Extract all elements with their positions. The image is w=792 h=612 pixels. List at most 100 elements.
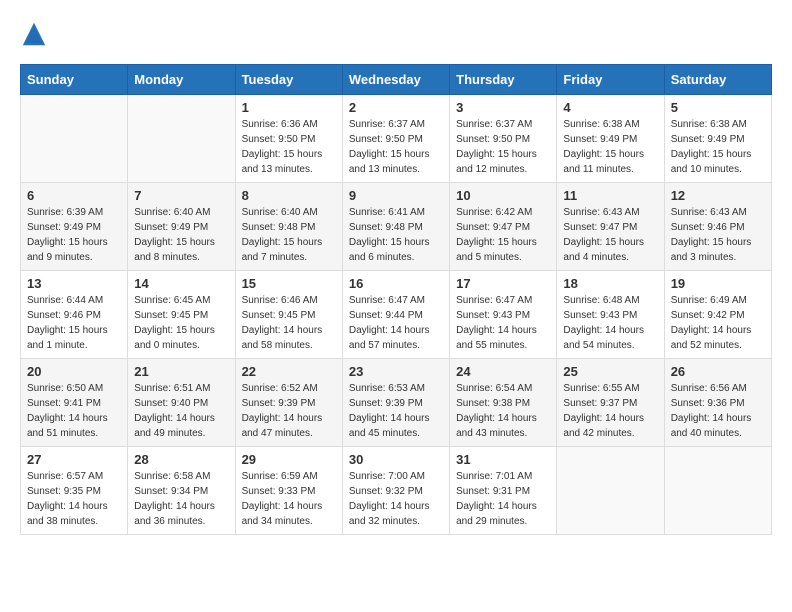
- day-info: Sunrise: 6:40 AM Sunset: 9:49 PM Dayligh…: [134, 205, 228, 265]
- calendar-cell: 13Sunrise: 6:44 AM Sunset: 9:46 PM Dayli…: [21, 271, 128, 359]
- day-info: Sunrise: 6:37 AM Sunset: 9:50 PM Dayligh…: [349, 117, 443, 177]
- day-info: Sunrise: 6:40 AM Sunset: 9:48 PM Dayligh…: [242, 205, 336, 265]
- calendar-cell: 14 Sunrise: 6:45 AM Sunset: 9:45 PM Dayli…: [128, 271, 235, 359]
- day-info: Sunrise: 6:49 AM Sunset: 9:42 PM Dayligh…: [671, 293, 765, 353]
- calendar-cell: 12 Sunrise: 6:43 AM Sunset: 9:46 PM Dayli…: [664, 183, 771, 271]
- day-info: Sunrise: 6:39 AM Sunset: 9:49 PM Dayligh…: [27, 205, 121, 265]
- day-number: 7: [134, 188, 228, 203]
- day-info: Sunrise: 6:50 AM Sunset: 9:41 PM Dayligh…: [27, 381, 121, 441]
- calendar-cell: 22 Sunrise: 6:52 AM Sunset: 9:39 PM Dayli…: [235, 359, 342, 447]
- calendar-cell: 1 Sunrise: 6:36 AM Sunset: 9:50 PM Daylig…: [235, 95, 342, 183]
- day-number: 3: [456, 100, 550, 115]
- day-info: Sunrise: 6:58 AM Sunset: 9:34 PM Dayligh…: [134, 469, 228, 529]
- day-number: 30: [349, 452, 443, 467]
- weekday-header-row: SundayMondayTuesdayWednesdayThursdayFrid…: [21, 65, 772, 95]
- calendar-cell: 30 Sunrise: 7:00 AM Sunset: 9:32 PM Dayli…: [342, 447, 449, 535]
- day-number: 19: [671, 276, 765, 291]
- weekday-header-tuesday: Tuesday: [235, 65, 342, 95]
- day-info: Sunrise: 6:43 AM Sunset: 9:46 PM Dayligh…: [671, 205, 765, 265]
- day-info: Sunrise: 7:01 AM Sunset: 9:31 PM Dayligh…: [456, 469, 550, 529]
- calendar-cell: 25 Sunrise: 6:55 AM Sunset: 9:37 PM Dayli…: [557, 359, 664, 447]
- page-header: [20, 20, 772, 48]
- calendar-cell: 28 Sunrise: 6:58 AM Sunset: 9:34 PM Dayli…: [128, 447, 235, 535]
- day-info: Sunrise: 6:36 AM Sunset: 9:50 PM Dayligh…: [242, 117, 336, 177]
- day-number: 4: [563, 100, 657, 115]
- calendar-cell: [128, 95, 235, 183]
- day-number: 13: [27, 276, 121, 291]
- day-number: 20: [27, 364, 121, 379]
- day-info: Sunrise: 6:52 AM Sunset: 9:39 PM Dayligh…: [242, 381, 336, 441]
- calendar-cell: 11Sunrise: 6:43 AM Sunset: 9:47 PM Dayli…: [557, 183, 664, 271]
- calendar-cell: 31 Sunrise: 7:01 AM Sunset: 9:31 PM Dayli…: [450, 447, 557, 535]
- calendar-cell: 20 Sunrise: 6:50 AM Sunset: 9:41 PM Dayli…: [21, 359, 128, 447]
- calendar-cell: 5 Sunrise: 6:38 AM Sunset: 9:49 PM Daylig…: [664, 95, 771, 183]
- day-number: 18: [563, 276, 657, 291]
- calendar-cell: 3Sunrise: 6:37 AM Sunset: 9:50 PM Daylig…: [450, 95, 557, 183]
- weekday-header-wednesday: Wednesday: [342, 65, 449, 95]
- calendar-cell: 15Sunrise: 6:46 AM Sunset: 9:45 PM Dayli…: [235, 271, 342, 359]
- day-info: Sunrise: 6:38 AM Sunset: 9:49 PM Dayligh…: [563, 117, 657, 177]
- day-info: Sunrise: 6:54 AM Sunset: 9:38 PM Dayligh…: [456, 381, 550, 441]
- calendar-cell: 6 Sunrise: 6:39 AM Sunset: 9:49 PM Daylig…: [21, 183, 128, 271]
- day-number: 1: [242, 100, 336, 115]
- calendar-cell: 19 Sunrise: 6:49 AM Sunset: 9:42 PM Dayli…: [664, 271, 771, 359]
- day-number: 5: [671, 100, 765, 115]
- day-info: Sunrise: 7:00 AM Sunset: 9:32 PM Dayligh…: [349, 469, 443, 529]
- day-info: Sunrise: 6:38 AM Sunset: 9:49 PM Dayligh…: [671, 117, 765, 177]
- day-number: 21: [134, 364, 228, 379]
- day-number: 29: [242, 452, 336, 467]
- day-number: 14: [134, 276, 228, 291]
- day-number: 22: [242, 364, 336, 379]
- calendar-cell: 16 Sunrise: 6:47 AM Sunset: 9:44 PM Dayli…: [342, 271, 449, 359]
- day-info: Sunrise: 6:41 AM Sunset: 9:48 PM Dayligh…: [349, 205, 443, 265]
- day-info: Sunrise: 6:55 AM Sunset: 9:37 PM Dayligh…: [563, 381, 657, 441]
- day-number: 24: [456, 364, 550, 379]
- calendar-cell: 17 Sunrise: 6:47 AM Sunset: 9:43 PM Dayli…: [450, 271, 557, 359]
- day-number: 8: [242, 188, 336, 203]
- day-info: Sunrise: 6:46 AM Sunset: 9:45 PM Dayligh…: [242, 293, 336, 353]
- day-number: 25: [563, 364, 657, 379]
- calendar-cell: 10 Sunrise: 6:42 AM Sunset: 9:47 PM Dayli…: [450, 183, 557, 271]
- day-number: 10: [456, 188, 550, 203]
- day-number: 6: [27, 188, 121, 203]
- weekday-header-sunday: Sunday: [21, 65, 128, 95]
- week-row-3: 13Sunrise: 6:44 AM Sunset: 9:46 PM Dayli…: [21, 271, 772, 359]
- calendar-table: SundayMondayTuesdayWednesdayThursdayFrid…: [20, 64, 772, 535]
- day-number: 27: [27, 452, 121, 467]
- day-number: 16: [349, 276, 443, 291]
- calendar-cell: 18Sunrise: 6:48 AM Sunset: 9:43 PM Dayli…: [557, 271, 664, 359]
- weekday-header-friday: Friday: [557, 65, 664, 95]
- week-row-2: 6 Sunrise: 6:39 AM Sunset: 9:49 PM Daylig…: [21, 183, 772, 271]
- weekday-header-saturday: Saturday: [664, 65, 771, 95]
- weekday-header-monday: Monday: [128, 65, 235, 95]
- calendar-cell: 7 Sunrise: 6:40 AM Sunset: 9:49 PM Daylig…: [128, 183, 235, 271]
- calendar-body: 1 Sunrise: 6:36 AM Sunset: 9:50 PM Daylig…: [21, 95, 772, 535]
- calendar-cell: 21 Sunrise: 6:51 AM Sunset: 9:40 PM Dayli…: [128, 359, 235, 447]
- day-info: Sunrise: 6:47 AM Sunset: 9:44 PM Dayligh…: [349, 293, 443, 353]
- day-number: 11: [563, 188, 657, 203]
- calendar-cell: 24 Sunrise: 6:54 AM Sunset: 9:38 PM Dayli…: [450, 359, 557, 447]
- week-row-4: 20 Sunrise: 6:50 AM Sunset: 9:41 PM Dayli…: [21, 359, 772, 447]
- day-number: 9: [349, 188, 443, 203]
- day-number: 17: [456, 276, 550, 291]
- day-info: Sunrise: 6:45 AM Sunset: 9:45 PM Dayligh…: [134, 293, 228, 353]
- calendar-cell: 2 Sunrise: 6:37 AM Sunset: 9:50 PM Daylig…: [342, 95, 449, 183]
- day-number: 23: [349, 364, 443, 379]
- calendar-cell: 26Sunrise: 6:56 AM Sunset: 9:36 PM Dayli…: [664, 359, 771, 447]
- day-number: 12: [671, 188, 765, 203]
- day-number: 31: [456, 452, 550, 467]
- week-row-5: 27Sunrise: 6:57 AM Sunset: 9:35 PM Dayli…: [21, 447, 772, 535]
- day-info: Sunrise: 6:42 AM Sunset: 9:47 PM Dayligh…: [456, 205, 550, 265]
- day-number: 2: [349, 100, 443, 115]
- calendar-cell: 8 Sunrise: 6:40 AM Sunset: 9:48 PM Daylig…: [235, 183, 342, 271]
- calendar-cell: 9 Sunrise: 6:41 AM Sunset: 9:48 PM Daylig…: [342, 183, 449, 271]
- day-info: Sunrise: 6:47 AM Sunset: 9:43 PM Dayligh…: [456, 293, 550, 353]
- logo-icon: [20, 20, 48, 48]
- day-number: 26: [671, 364, 765, 379]
- weekday-header-thursday: Thursday: [450, 65, 557, 95]
- day-info: Sunrise: 6:51 AM Sunset: 9:40 PM Dayligh…: [134, 381, 228, 441]
- calendar-cell: [21, 95, 128, 183]
- day-number: 28: [134, 452, 228, 467]
- logo: [20, 20, 52, 48]
- calendar-cell: [557, 447, 664, 535]
